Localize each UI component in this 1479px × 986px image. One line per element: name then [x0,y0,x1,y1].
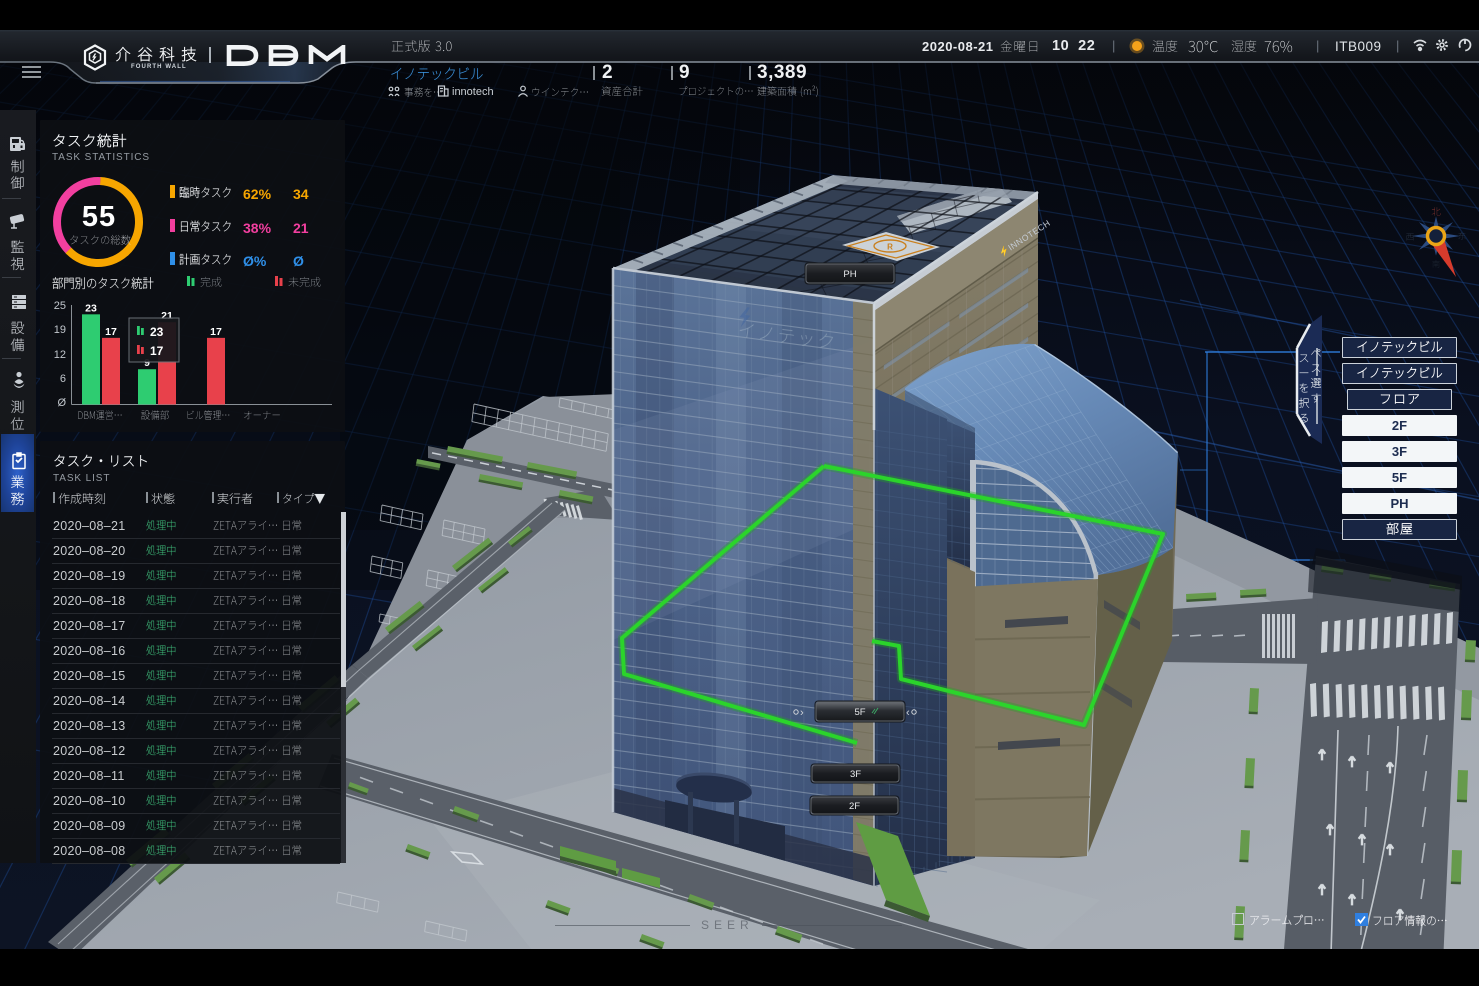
svg-text:2F: 2F [849,801,860,812]
svg-text:17: 17 [105,326,117,338]
svg-text:6: 6 [60,373,66,385]
svg-text:‹: ‹ [906,707,910,719]
svg-text:23: 23 [150,325,164,339]
svg-text:Ø: Ø [57,397,66,409]
svg-text:12: 12 [54,349,66,361]
svg-text:R: R [887,243,893,252]
svg-text:17: 17 [150,344,164,358]
svg-text:25: 25 [54,300,66,312]
svg-text:›: › [800,707,804,719]
svg-text:19: 19 [54,324,66,336]
svg-text:17: 17 [210,326,222,338]
svg-text:5F: 5F [854,707,865,718]
svg-text:23: 23 [85,302,97,314]
svg-text:3F: 3F [850,769,861,780]
svg-text:PH: PH [843,269,856,280]
